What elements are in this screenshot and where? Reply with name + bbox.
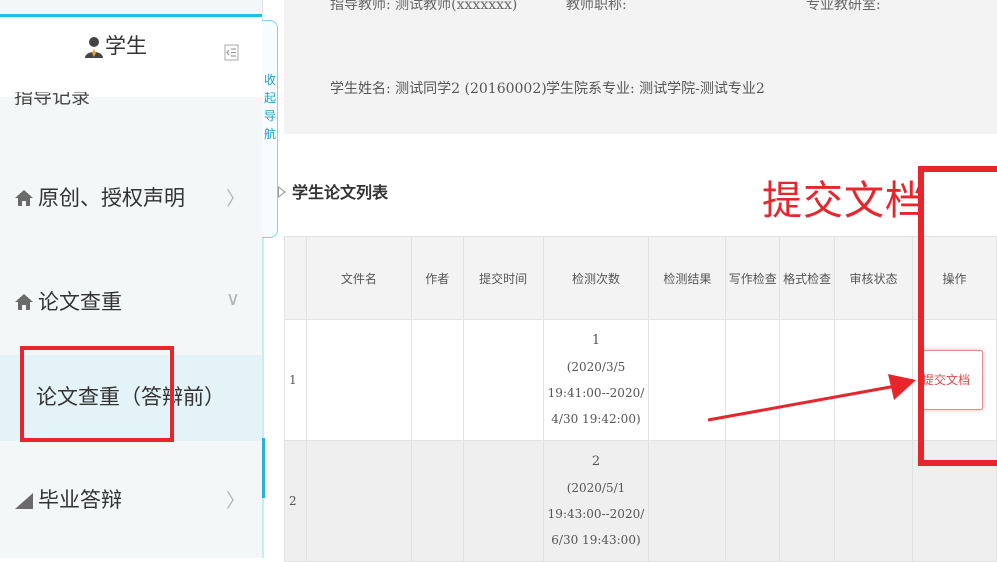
column-header: 格式检查 [779,236,836,320]
student-name: 学生姓名: 测试同学2 (20160002) [330,81,547,97]
check-count-cell: 1 (2020/3/5 19:41:00--2020/ 4/30 19:42:0… [542,319,650,441]
row-index: 1 [284,319,307,441]
sidebar-item-label: 论文查重 [38,290,122,314]
writing-check-cell [725,440,781,562]
file-name-cell [305,440,412,562]
sidebar-item-plagiarism-check[interactable]: 论文查重 ∨ [0,282,262,322]
check-window: (2020/5/1 19:43:00--2020/ [547,481,645,521]
check-count: 2 [591,454,601,469]
chart-icon [15,493,33,509]
check-result-cell [648,440,727,562]
sidebar-item-label: 毕业答辩 [38,488,122,512]
submit-time-cell [462,319,544,441]
sidebar-item-label: 指导记录 [14,92,91,108]
chevron-right-icon: 〉 [226,490,246,512]
home-icon [15,294,33,310]
chevron-down-icon: ∨ [226,288,240,310]
check-count-cell: 2 (2020/5/1 19:43:00--2020/ 6/30 19:43:0… [542,440,650,562]
teaching-office: 专业教研室: [806,0,881,13]
file-name-cell [305,319,412,441]
check-window: 6/30 19:43:00) [551,533,641,547]
check-count: 1 [591,333,601,348]
annotation-arrow [707,374,916,422]
nav-divider-accent [262,438,265,498]
section-title: 学生论文列表 [292,183,389,202]
collapse-nav-tab[interactable]: 收起导航 [262,20,278,238]
column-header: 写作检查 [725,236,781,320]
column-header: 文件名 [305,236,412,320]
nav-divider [262,238,264,558]
column-header: 作者 [410,236,464,320]
sidebar-item-defense[interactable]: 毕业答辩 〉 [0,480,262,520]
annotation-highlight-box [20,346,174,442]
row-index: 2 [284,440,307,562]
sidebar-title: 学生 [105,34,147,58]
column-header: 检测结果 [648,236,727,320]
user-icon [85,37,103,58]
sidebar-item-label: 原创、授权声明 [38,186,185,210]
check-window: 4/30 19:42:00) [551,412,641,426]
author-cell [410,319,464,441]
advisor-title: 教师职称: [566,0,627,13]
collapse-menu-icon[interactable] [224,44,239,61]
review-status-cell [834,440,913,562]
annotation-label: 提交文档 [762,178,926,224]
column-header: 提交时间 [462,236,544,320]
student-info-panel: 指导教师: 测试教师(xxxxxxx) 教师职称: 专业教研室: 学生姓名: 测… [284,0,997,134]
table-header-row: 文件名 作者 提交时间 检测次数 检测结果 写作检查 格式检查 审核状态 操作 [284,236,997,320]
column-header: 审核状态 [834,236,913,320]
check-window: (2020/3/5 19:41:00--2020/ [547,360,645,400]
advisor-info: 指导教师: 测试教师(xxxxxxx) [330,0,518,13]
format-check-cell [779,440,836,562]
table-row: 2 2 (2020/5/1 19:43:00--2020/ 6/30 19:43… [284,440,997,562]
column-header: 检测次数 [542,236,650,320]
submit-time-cell [462,440,544,562]
sidebar-item-guidance-record[interactable]: 指导记录 〉 [14,92,90,112]
collapse-nav-label: 收起导航 [263,73,276,141]
chevron-right-icon: 〉 [226,188,246,210]
triangle-right-icon [278,186,286,198]
author-cell [410,440,464,562]
main-content: 指导教师: 测试教师(xxxxxxx) 教师职称: 专业教研室: 学生姓名: 测… [278,0,997,562]
sidebar: 学生 指导记录 〉 原创、授权声明 〉 论文查重 ∨ 论文查重（答辩前） 毕业答… [0,0,263,558]
home-icon [15,190,33,206]
sidebar-item-originality[interactable]: 原创、授权声明 〉 [0,178,262,218]
student-major: 学生院系专业: 测试学院-测试专业2 [546,81,765,97]
column-header [284,236,307,320]
